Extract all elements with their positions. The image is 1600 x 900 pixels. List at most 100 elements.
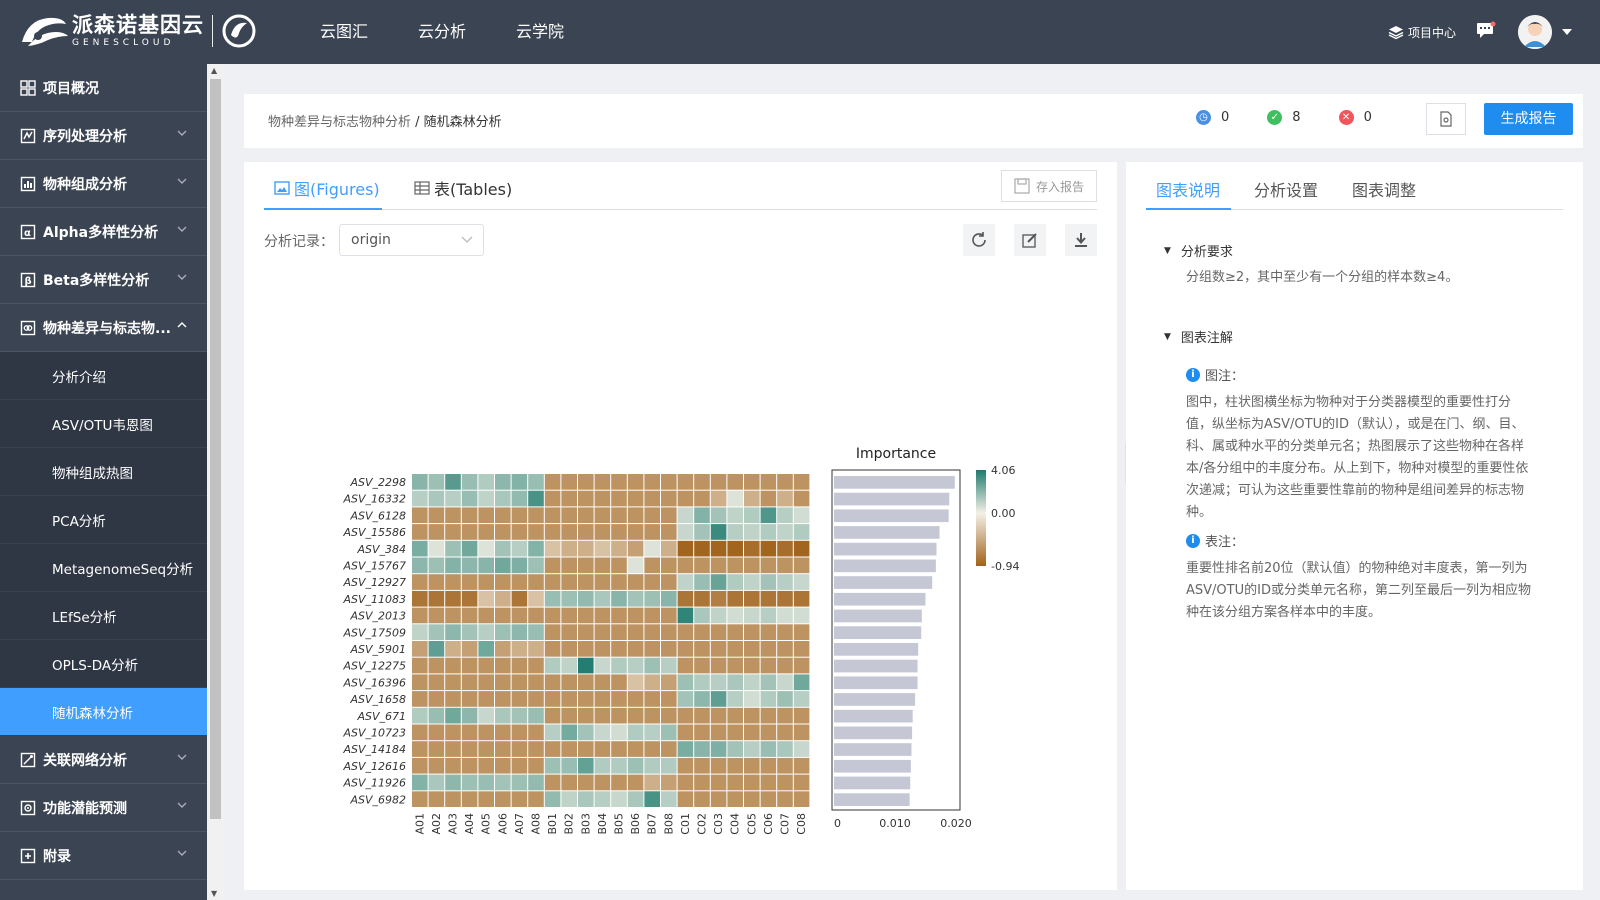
sidebar-sub-intro[interactable]: 分析介绍 (0, 352, 207, 400)
sidebar-sub-heatmap[interactable]: 物种组成热图 (0, 448, 207, 496)
heatmap-cell (495, 524, 511, 540)
heatmap-cell (744, 774, 760, 791)
column-label: C06 (762, 813, 775, 835)
save-to-report-button[interactable]: 存入报告 (1001, 170, 1097, 202)
nav-cloud-gallery[interactable]: 云图汇 (320, 0, 368, 64)
sidebar-item-alpha[interactable]: α Alpha多样性分析 (0, 208, 207, 256)
heatmap-cell (661, 757, 677, 774)
status-failed[interactable]: ✕ 0 (1338, 110, 1372, 125)
heatmap-cell (644, 557, 660, 574)
sidebar-sub-oplsda[interactable]: OPLS-DA分析 (0, 640, 207, 688)
record-select[interactable]: origin (339, 224, 484, 256)
tab-analysis-settings[interactable]: 分析设置 (1254, 177, 1318, 201)
heatmap-cell (561, 641, 577, 657)
status-running[interactable]: ◷ 0 (1196, 110, 1229, 125)
download-button[interactable] (1065, 224, 1097, 256)
heatmap-cell (661, 707, 677, 724)
heatmap-cell (760, 707, 777, 724)
brand-logo[interactable]: 派森诺基因云 GENESCLOUD (18, 12, 257, 50)
heatmap-cell (644, 707, 660, 724)
heatmap-cell (710, 707, 727, 724)
project-center-link[interactable]: 项目中心 (1388, 24, 1456, 41)
heatmap-cell (677, 774, 694, 791)
nav-cloud-academy[interactable]: 云学院 (516, 0, 564, 64)
sidebar-sub-lefse[interactable]: LEfSe分析 (0, 592, 207, 640)
importance-bar (834, 609, 922, 623)
sidebar-sub-venn[interactable]: ASV/OTU韦恩图 (0, 400, 207, 448)
heatmap-cell (727, 707, 743, 724)
heatmap-cell (611, 641, 627, 657)
figure-note-label: i 图注： (1186, 365, 1244, 384)
heatmap-cell (511, 641, 528, 657)
sidebar-item-project-overview[interactable]: 项目概况 (0, 64, 207, 112)
heatmap-cell (495, 590, 511, 607)
heatmap-cell (644, 791, 660, 807)
avatar[interactable] (1518, 15, 1552, 49)
sidebar-sub-random-forest[interactable]: 随机森林分析 (0, 688, 207, 736)
heatmap-cell (412, 674, 428, 691)
sidebar-item-appendix[interactable]: 附录 (0, 832, 207, 880)
heatmap-cell (777, 507, 793, 524)
heatmap-cell (445, 641, 461, 657)
heatmap-cell (428, 757, 445, 774)
scroll-up-icon[interactable]: ▲ (211, 66, 217, 75)
breadcrumb-parent[interactable]: 物种差异与标志物种分析 (268, 115, 411, 130)
heatmap-cell (760, 524, 777, 540)
tab-tables[interactable]: 表(Tables) (414, 176, 512, 200)
column-label: B07 (646, 813, 659, 835)
heatmap-cell (611, 507, 627, 524)
sidebar-item-function[interactable]: 功能潜能预测 (0, 784, 207, 832)
generate-report-button[interactable]: 生成报告 (1484, 103, 1573, 135)
sidebar-sub-metagenomeseq[interactable]: MetagenomeSeq分析 (0, 544, 207, 592)
heatmap-cell (710, 624, 727, 640)
heatmap-cell (511, 540, 528, 557)
heatmap-cell (611, 707, 627, 724)
message-button[interactable] (1476, 21, 1496, 43)
heatmap-cell (760, 507, 777, 524)
section-annotations[interactable]: ▼ 图表注解 (1164, 327, 1233, 346)
nav-cloud-analysis[interactable]: 云分析 (418, 0, 466, 64)
caret-down-icon[interactable] (1562, 29, 1572, 35)
grid-icon (19, 79, 37, 97)
heatmap-cell (661, 490, 677, 507)
heatmap-cell (777, 540, 793, 557)
sidebar-sub-pca[interactable]: PCA分析 (0, 496, 207, 544)
importance-bar (834, 626, 922, 639)
heatmap-cell (677, 724, 694, 741)
heatmap-cell (561, 774, 577, 791)
heatmap-cell (793, 657, 810, 674)
heatmap-cell (694, 741, 710, 757)
heatmap-cell (793, 474, 810, 490)
heatmap-cell (594, 707, 611, 724)
heatmap-cell (594, 774, 611, 791)
sidebar-scrollbar[interactable]: ▲ ▼ (207, 64, 224, 900)
sidebar-item-composition[interactable]: 物种组成分析 (0, 160, 207, 208)
edit-button[interactable] (1014, 224, 1046, 256)
importance-bar (834, 509, 949, 523)
sidebar-item-sequence[interactable]: 序列处理分析 (0, 112, 207, 160)
heatmap-cell (644, 724, 660, 741)
scroll-down-icon[interactable]: ▼ (211, 889, 217, 898)
heatmap-cell (478, 641, 494, 657)
heatmap-cell (528, 590, 544, 607)
heatmap-cell (544, 474, 561, 490)
status-success[interactable]: ✓ 8 (1267, 110, 1301, 125)
heatmap-cell (694, 607, 710, 624)
heatmap-cell (478, 674, 494, 691)
heatmap-cell (594, 657, 611, 674)
tab-chart-adjust[interactable]: 图表调整 (1352, 177, 1416, 201)
section-requirements[interactable]: ▼ 分析要求 (1164, 241, 1233, 260)
sidebar-item-beta[interactable]: β Beta多样性分析 (0, 256, 207, 304)
tab-figures[interactable]: 图(Figures) (274, 176, 380, 200)
heatmap-cell (428, 641, 445, 657)
scroll-thumb[interactable] (210, 79, 221, 819)
sidebar-item-network[interactable]: 关联网络分析 (0, 736, 207, 784)
heatmap-cell (727, 524, 743, 540)
sidebar-item-label: 关联网络分析 (43, 752, 127, 769)
sidebar-item-differential[interactable]: 物种差异与标志物... (0, 304, 207, 352)
heatmap-cell (727, 741, 743, 757)
refresh-button[interactable] (963, 224, 995, 256)
tab-chart-description[interactable]: 图表说明 (1156, 177, 1220, 201)
report-file-button[interactable] (1426, 103, 1466, 135)
column-label: C03 (712, 813, 725, 835)
